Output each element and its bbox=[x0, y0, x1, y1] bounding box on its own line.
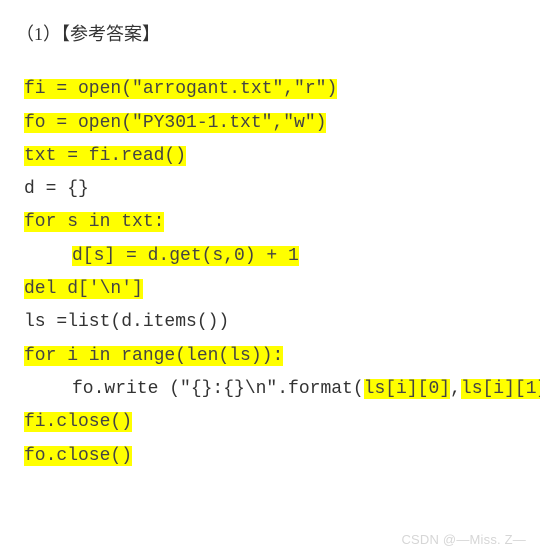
highlighted-code: for s in txt: bbox=[24, 212, 164, 232]
code-line: d = {} bbox=[24, 173, 524, 206]
code-line: fo.close() bbox=[24, 440, 524, 473]
code-text: ls =list(d.items()) bbox=[24, 312, 229, 332]
code-text: d = {} bbox=[24, 179, 89, 199]
code-line: fo = open("PY301-1.txt","w") bbox=[24, 107, 524, 140]
code-line: ls =list(d.items()) bbox=[24, 306, 524, 339]
code-block: fi = open("arrogant.txt","r") fo = open(… bbox=[16, 73, 524, 473]
code-text: , bbox=[450, 379, 461, 399]
highlighted-code: fi.close() bbox=[24, 412, 132, 432]
code-line: fi.close() bbox=[24, 406, 524, 439]
code-line: for s in txt: bbox=[24, 206, 524, 239]
code-line: del d['\n'] bbox=[24, 273, 524, 306]
code-line: txt = fi.read() bbox=[24, 140, 524, 173]
highlighted-code: txt = fi.read() bbox=[24, 146, 186, 166]
highlighted-code: d[s] = d.get(s,0) + 1 bbox=[72, 246, 299, 266]
highlighted-code: ls[i][1] bbox=[461, 379, 540, 399]
highlighted-code: fo.close() bbox=[24, 446, 132, 466]
code-line: fo.write ("{}:{}\n".format(ls[i][0],ls[i… bbox=[24, 373, 524, 406]
answer-header: （1）【参考答案】 bbox=[16, 18, 524, 51]
highlighted-code: del d['\n'] bbox=[24, 279, 143, 299]
highlighted-code: for i in range(len(ls)): bbox=[24, 346, 283, 366]
code-line: fi = open("arrogant.txt","r") bbox=[24, 73, 524, 106]
highlighted-code: ls[i][0] bbox=[364, 379, 450, 399]
code-text: fo.write ("{}:{}\n".format( bbox=[72, 379, 364, 399]
code-line: for i in range(len(ls)): bbox=[24, 340, 524, 373]
highlighted-code: fo = open("PY301-1.txt","w") bbox=[24, 113, 326, 133]
highlighted-code: fi = open("arrogant.txt","r") bbox=[24, 79, 337, 99]
watermark: CSDN @—Miss. Z— bbox=[401, 528, 526, 552]
code-line: d[s] = d.get(s,0) + 1 bbox=[24, 240, 524, 273]
